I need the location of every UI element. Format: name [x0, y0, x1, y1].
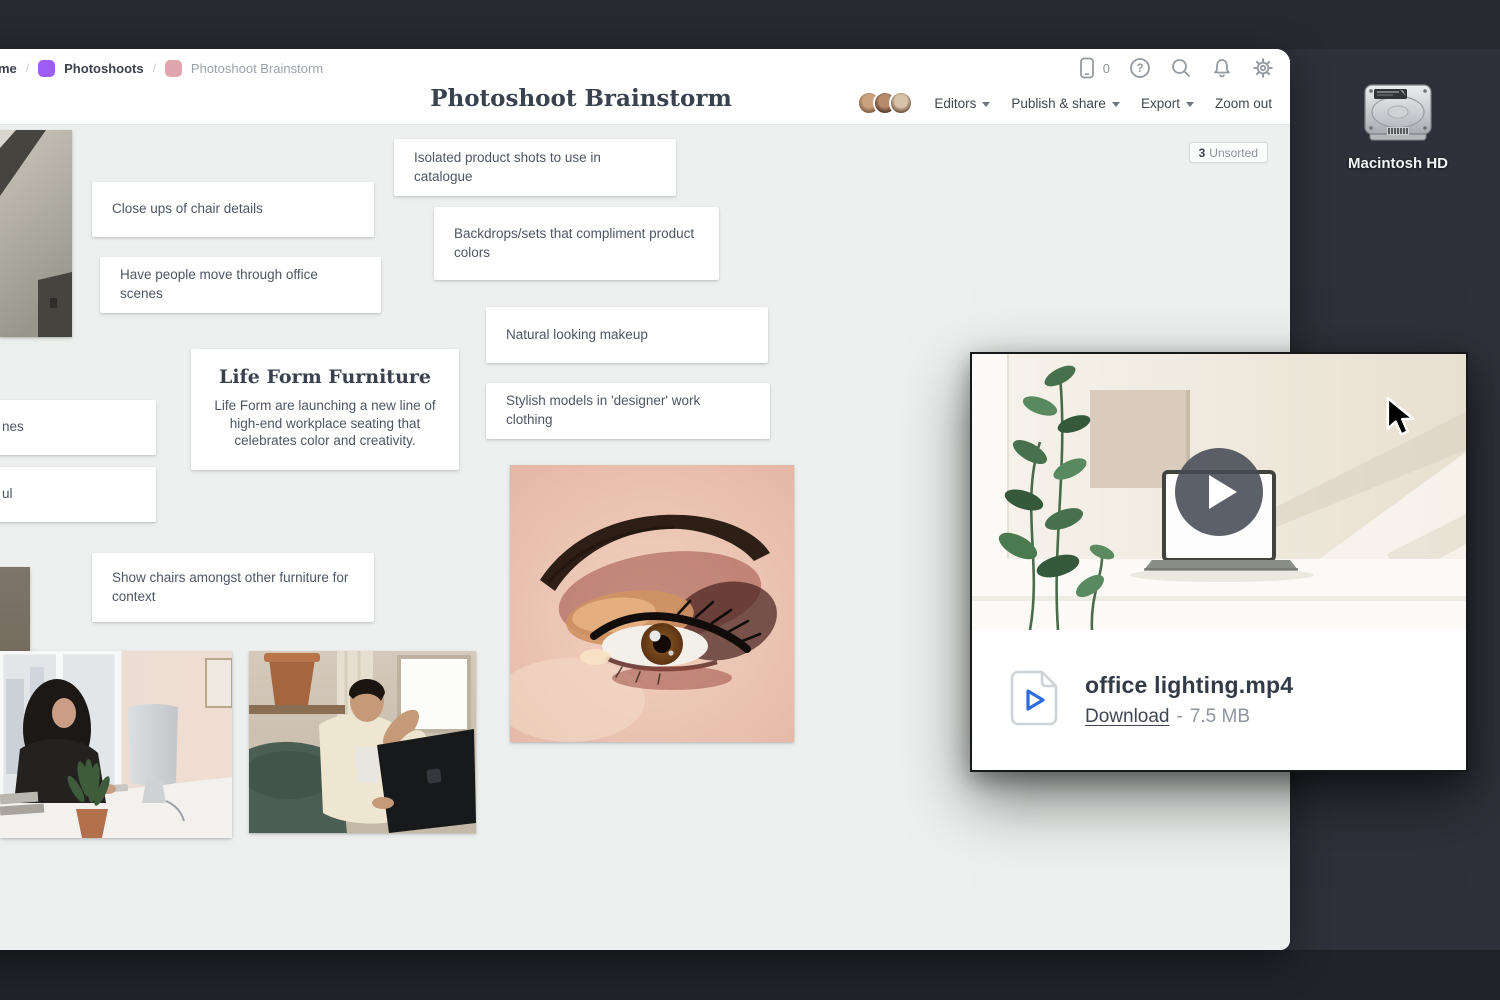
note-text: Stylish models in 'designer' work clothi… [506, 392, 750, 430]
note-text: ul [2, 485, 13, 504]
publish-share-label: Publish & share [1011, 96, 1106, 111]
device-sync-icon[interactable] [1077, 57, 1098, 79]
note-text: Have people move through office scenes [120, 266, 361, 304]
editor-avatars[interactable] [857, 91, 913, 115]
image-card-man-laptop[interactable] [249, 651, 476, 833]
export-menu-button[interactable]: Export [1141, 96, 1194, 111]
breadcrumb-current[interactable]: Photoshoot Brainstorm [191, 61, 323, 76]
chevron-down-icon [1112, 102, 1120, 107]
notifications-bell-icon[interactable] [1211, 57, 1233, 79]
note-card[interactable]: Isolated product shots to use in catalog… [394, 139, 676, 196]
note-text: Backdrops/sets that compliment product c… [454, 225, 699, 263]
unsorted-count: 3 [1199, 146, 1206, 160]
breadcrumb-photoshoots[interactable]: Photoshoots [64, 61, 143, 76]
editors-menu-button[interactable]: Editors [934, 96, 990, 111]
chevron-down-icon [1186, 102, 1194, 107]
dash-separator: - [1177, 706, 1183, 728]
note-card-clipped[interactable]: nes [0, 400, 156, 455]
zoom-out-button[interactable]: Zoom out [1215, 96, 1272, 111]
mouse-cursor [1385, 396, 1419, 441]
editors-label: Editors [934, 96, 976, 111]
note-card[interactable]: Natural looking makeup [486, 307, 768, 363]
video-file-name: office lighting.mp4 [1085, 672, 1293, 699]
note-card[interactable]: Close ups of chair details [92, 182, 374, 237]
toolbar: Editors Publish & share Export Zoom out [857, 91, 1272, 115]
download-link[interactable]: Download [1085, 706, 1170, 728]
breadcrumb-separator: / [26, 61, 29, 75]
system-icon-row: 0 ? [1077, 57, 1274, 79]
play-button[interactable] [1175, 448, 1263, 536]
image-card-eye-makeup[interactable] [510, 465, 794, 742]
breadcrumb: me / Photoshoots / Photoshoot Brainstorm [0, 49, 323, 87]
help-icon[interactable]: ? [1129, 57, 1151, 79]
svg-text:?: ? [1136, 63, 1143, 75]
breadcrumb-home[interactable]: me [0, 61, 17, 76]
video-file-icon [1008, 669, 1060, 732]
hard-drive-icon[interactable] [1359, 131, 1437, 148]
file-info-panel: office lighting.mp4 Download - 7.5 MB [972, 630, 1466, 770]
note-text: Close ups of chair details [112, 200, 263, 219]
chevron-down-icon [982, 102, 990, 107]
file-size: 7.5 MB [1190, 706, 1250, 728]
note-text: Isolated product shots to use in catalog… [414, 149, 656, 187]
brief-body: Life Form are launching a new line of hi… [206, 397, 444, 450]
note-card[interactable]: Have people move through office scenes [100, 257, 381, 313]
brainstorm-board-icon [165, 60, 182, 77]
note-card[interactable]: Show chairs amongst other furniture for … [92, 553, 374, 622]
photoshoots-board-icon [38, 60, 55, 77]
image-card-clipped[interactable] [0, 567, 30, 655]
brief-title: Life Form Furniture [206, 366, 444, 388]
note-card[interactable]: Backdrops/sets that compliment product c… [434, 207, 719, 280]
search-icon[interactable] [1170, 57, 1192, 79]
desktop-disk-item[interactable]: Macintosh HD [1340, 82, 1456, 172]
note-text: Natural looking makeup [506, 326, 648, 345]
disk-label: Macintosh HD [1340, 155, 1456, 172]
device-count: 0 [1103, 61, 1110, 76]
desktop-bottom-strip [0, 950, 1500, 1000]
desktop-top-strip [0, 0, 1500, 49]
note-text: Show chairs amongst other furniture for … [112, 569, 354, 607]
unsorted-label: Unsorted [1209, 146, 1258, 160]
image-card-woman-office[interactable] [0, 651, 232, 838]
unsorted-badge[interactable]: 3 Unsorted [1189, 142, 1268, 163]
image-card-architecture[interactable] [0, 130, 72, 337]
zoom-out-label: Zoom out [1215, 96, 1272, 111]
avatar [889, 91, 913, 115]
settings-gear-icon[interactable] [1252, 57, 1274, 79]
window-header: me / Photoshoots / Photoshoot Brainstorm… [0, 49, 1290, 125]
note-card-clipped[interactable]: ul [0, 467, 156, 522]
note-card[interactable]: Stylish models in 'designer' work clothi… [486, 383, 770, 439]
note-text: nes [2, 418, 24, 437]
play-icon [1209, 475, 1237, 509]
export-label: Export [1141, 96, 1180, 111]
breadcrumb-separator: / [153, 61, 156, 75]
publish-share-menu-button[interactable]: Publish & share [1011, 96, 1120, 111]
brief-card[interactable]: Life Form Furniture Life Form are launch… [191, 349, 459, 470]
